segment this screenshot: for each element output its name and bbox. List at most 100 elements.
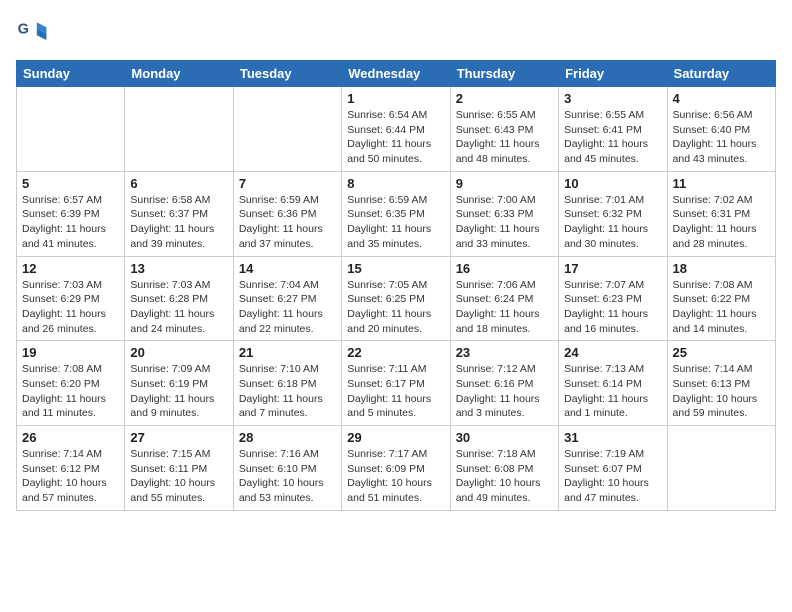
day-info: Sunrise: 7:18 AM Sunset: 6:08 PM Dayligh… bbox=[456, 447, 553, 506]
day-cell bbox=[125, 87, 233, 172]
day-info: Sunrise: 6:59 AM Sunset: 6:36 PM Dayligh… bbox=[239, 193, 336, 252]
day-info: Sunrise: 7:07 AM Sunset: 6:23 PM Dayligh… bbox=[564, 278, 661, 337]
header-thursday: Thursday bbox=[450, 61, 558, 87]
day-info: Sunrise: 6:56 AM Sunset: 6:40 PM Dayligh… bbox=[673, 108, 770, 167]
day-cell: 6 Sunrise: 6:58 AM Sunset: 6:37 PM Daylig… bbox=[125, 171, 233, 256]
day-number: 14 bbox=[239, 261, 336, 276]
day-cell bbox=[667, 426, 775, 511]
day-number: 7 bbox=[239, 176, 336, 191]
day-number: 8 bbox=[347, 176, 444, 191]
day-info: Sunrise: 7:14 AM Sunset: 6:13 PM Dayligh… bbox=[673, 362, 770, 421]
day-info: Sunrise: 7:19 AM Sunset: 6:07 PM Dayligh… bbox=[564, 447, 661, 506]
day-number: 13 bbox=[130, 261, 227, 276]
day-number: 1 bbox=[347, 91, 444, 106]
day-cell: 1 Sunrise: 6:54 AM Sunset: 6:44 PM Daylig… bbox=[342, 87, 450, 172]
day-number: 2 bbox=[456, 91, 553, 106]
day-info: Sunrise: 7:16 AM Sunset: 6:10 PM Dayligh… bbox=[239, 447, 336, 506]
day-number: 18 bbox=[673, 261, 770, 276]
week-row-5: 26Sunrise: 7:14 AM Sunset: 6:12 PM Dayli… bbox=[17, 426, 776, 511]
week-row-2: 5 Sunrise: 6:57 AM Sunset: 6:39 PM Daylig… bbox=[17, 171, 776, 256]
day-info: Sunrise: 7:12 AM Sunset: 6:16 PM Dayligh… bbox=[456, 362, 553, 421]
day-number: 22 bbox=[347, 345, 444, 360]
day-info: Sunrise: 6:57 AM Sunset: 6:39 PM Dayligh… bbox=[22, 193, 119, 252]
day-cell: 17 Sunrise: 7:07 AM Sunset: 6:23 PM Dayli… bbox=[559, 256, 667, 341]
header-friday: Friday bbox=[559, 61, 667, 87]
day-cell: 22 Sunrise: 7:11 AM Sunset: 6:17 PM Dayli… bbox=[342, 341, 450, 426]
day-cell: 25 Sunrise: 7:14 AM Sunset: 6:13 PM Dayli… bbox=[667, 341, 775, 426]
day-cell bbox=[17, 87, 125, 172]
day-number: 5 bbox=[22, 176, 119, 191]
day-cell: 3 Sunrise: 6:55 AM Sunset: 6:41 PM Daylig… bbox=[559, 87, 667, 172]
day-number: 12 bbox=[22, 261, 119, 276]
day-number: 17 bbox=[564, 261, 661, 276]
day-cell: 30 Sunrise: 7:18 AM Sunset: 6:08 PM Dayli… bbox=[450, 426, 558, 511]
day-number: 27 bbox=[130, 430, 227, 445]
day-number: 20 bbox=[130, 345, 227, 360]
day-info: Sunrise: 6:55 AM Sunset: 6:43 PM Dayligh… bbox=[456, 108, 553, 167]
day-cell: 9Sunrise: 7:00 AM Sunset: 6:33 PM Daylig… bbox=[450, 171, 558, 256]
calendar: SundayMondayTuesdayWednesdayThursdayFrid… bbox=[16, 60, 776, 511]
day-number: 15 bbox=[347, 261, 444, 276]
day-info: Sunrise: 6:59 AM Sunset: 6:35 PM Dayligh… bbox=[347, 193, 444, 252]
day-number: 23 bbox=[456, 345, 553, 360]
day-number: 9 bbox=[456, 176, 553, 191]
day-cell: 13Sunrise: 7:03 AM Sunset: 6:28 PM Dayli… bbox=[125, 256, 233, 341]
day-info: Sunrise: 7:09 AM Sunset: 6:19 PM Dayligh… bbox=[130, 362, 227, 421]
day-info: Sunrise: 7:04 AM Sunset: 6:27 PM Dayligh… bbox=[239, 278, 336, 337]
day-info: Sunrise: 6:54 AM Sunset: 6:44 PM Dayligh… bbox=[347, 108, 444, 167]
day-number: 6 bbox=[130, 176, 227, 191]
day-info: Sunrise: 7:02 AM Sunset: 6:31 PM Dayligh… bbox=[673, 193, 770, 252]
day-cell: 16Sunrise: 7:06 AM Sunset: 6:24 PM Dayli… bbox=[450, 256, 558, 341]
day-cell: 19Sunrise: 7:08 AM Sunset: 6:20 PM Dayli… bbox=[17, 341, 125, 426]
day-info: Sunrise: 7:13 AM Sunset: 6:14 PM Dayligh… bbox=[564, 362, 661, 421]
day-cell: 10 Sunrise: 7:01 AM Sunset: 6:32 PM Dayli… bbox=[559, 171, 667, 256]
header-sunday: Sunday bbox=[17, 61, 125, 87]
day-number: 31 bbox=[564, 430, 661, 445]
day-number: 30 bbox=[456, 430, 553, 445]
week-row-3: 12 Sunrise: 7:03 AM Sunset: 6:29 PM Dayli… bbox=[17, 256, 776, 341]
day-cell: 21 Sunrise: 7:10 AM Sunset: 6:18 PM Dayli… bbox=[233, 341, 341, 426]
day-number: 24 bbox=[564, 345, 661, 360]
header-tuesday: Tuesday bbox=[233, 61, 341, 87]
page-header: G bbox=[16, 16, 776, 48]
day-cell: 8 Sunrise: 6:59 AM Sunset: 6:35 PM Daylig… bbox=[342, 171, 450, 256]
day-cell: 15Sunrise: 7:05 AM Sunset: 6:25 PM Dayli… bbox=[342, 256, 450, 341]
day-info: Sunrise: 7:11 AM Sunset: 6:17 PM Dayligh… bbox=[347, 362, 444, 421]
day-number: 29 bbox=[347, 430, 444, 445]
day-info: Sunrise: 7:10 AM Sunset: 6:18 PM Dayligh… bbox=[239, 362, 336, 421]
svg-text:G: G bbox=[18, 22, 29, 38]
day-info: Sunrise: 7:15 AM Sunset: 6:11 PM Dayligh… bbox=[130, 447, 227, 506]
day-cell: 31 Sunrise: 7:19 AM Sunset: 6:07 PM Dayli… bbox=[559, 426, 667, 511]
day-cell: 20 Sunrise: 7:09 AM Sunset: 6:19 PM Dayli… bbox=[125, 341, 233, 426]
day-number: 26 bbox=[22, 430, 119, 445]
day-number: 21 bbox=[239, 345, 336, 360]
day-info: Sunrise: 6:55 AM Sunset: 6:41 PM Dayligh… bbox=[564, 108, 661, 167]
day-number: 10 bbox=[564, 176, 661, 191]
day-number: 25 bbox=[673, 345, 770, 360]
day-info: Sunrise: 7:01 AM Sunset: 6:32 PM Dayligh… bbox=[564, 193, 661, 252]
day-cell: 2 Sunrise: 6:55 AM Sunset: 6:43 PM Daylig… bbox=[450, 87, 558, 172]
day-info: Sunrise: 7:08 AM Sunset: 6:22 PM Dayligh… bbox=[673, 278, 770, 337]
header-wednesday: Wednesday bbox=[342, 61, 450, 87]
day-cell: 23 Sunrise: 7:12 AM Sunset: 6:16 PM Dayli… bbox=[450, 341, 558, 426]
day-cell: 11 Sunrise: 7:02 AM Sunset: 6:31 PM Dayli… bbox=[667, 171, 775, 256]
day-cell bbox=[233, 87, 341, 172]
day-cell: 7 Sunrise: 6:59 AM Sunset: 6:36 PM Daylig… bbox=[233, 171, 341, 256]
day-cell: 5 Sunrise: 6:57 AM Sunset: 6:39 PM Daylig… bbox=[17, 171, 125, 256]
day-cell: 29 Sunrise: 7:17 AM Sunset: 6:09 PM Dayli… bbox=[342, 426, 450, 511]
logo: G bbox=[16, 16, 50, 48]
header-saturday: Saturday bbox=[667, 61, 775, 87]
day-cell: 14 Sunrise: 7:04 AM Sunset: 6:27 PM Dayli… bbox=[233, 256, 341, 341]
day-number: 4 bbox=[673, 91, 770, 106]
week-row-4: 19Sunrise: 7:08 AM Sunset: 6:20 PM Dayli… bbox=[17, 341, 776, 426]
day-number: 3 bbox=[564, 91, 661, 106]
day-cell: 24 Sunrise: 7:13 AM Sunset: 6:14 PM Dayli… bbox=[559, 341, 667, 426]
day-info: Sunrise: 7:03 AM Sunset: 6:29 PM Dayligh… bbox=[22, 278, 119, 337]
day-cell: 4 Sunrise: 6:56 AM Sunset: 6:40 PM Daylig… bbox=[667, 87, 775, 172]
day-number: 11 bbox=[673, 176, 770, 191]
day-info: Sunrise: 7:17 AM Sunset: 6:09 PM Dayligh… bbox=[347, 447, 444, 506]
day-cell: 12 Sunrise: 7:03 AM Sunset: 6:29 PM Dayli… bbox=[17, 256, 125, 341]
day-number: 19 bbox=[22, 345, 119, 360]
day-info: Sunrise: 6:58 AM Sunset: 6:37 PM Dayligh… bbox=[130, 193, 227, 252]
day-cell: 18 Sunrise: 7:08 AM Sunset: 6:22 PM Dayli… bbox=[667, 256, 775, 341]
